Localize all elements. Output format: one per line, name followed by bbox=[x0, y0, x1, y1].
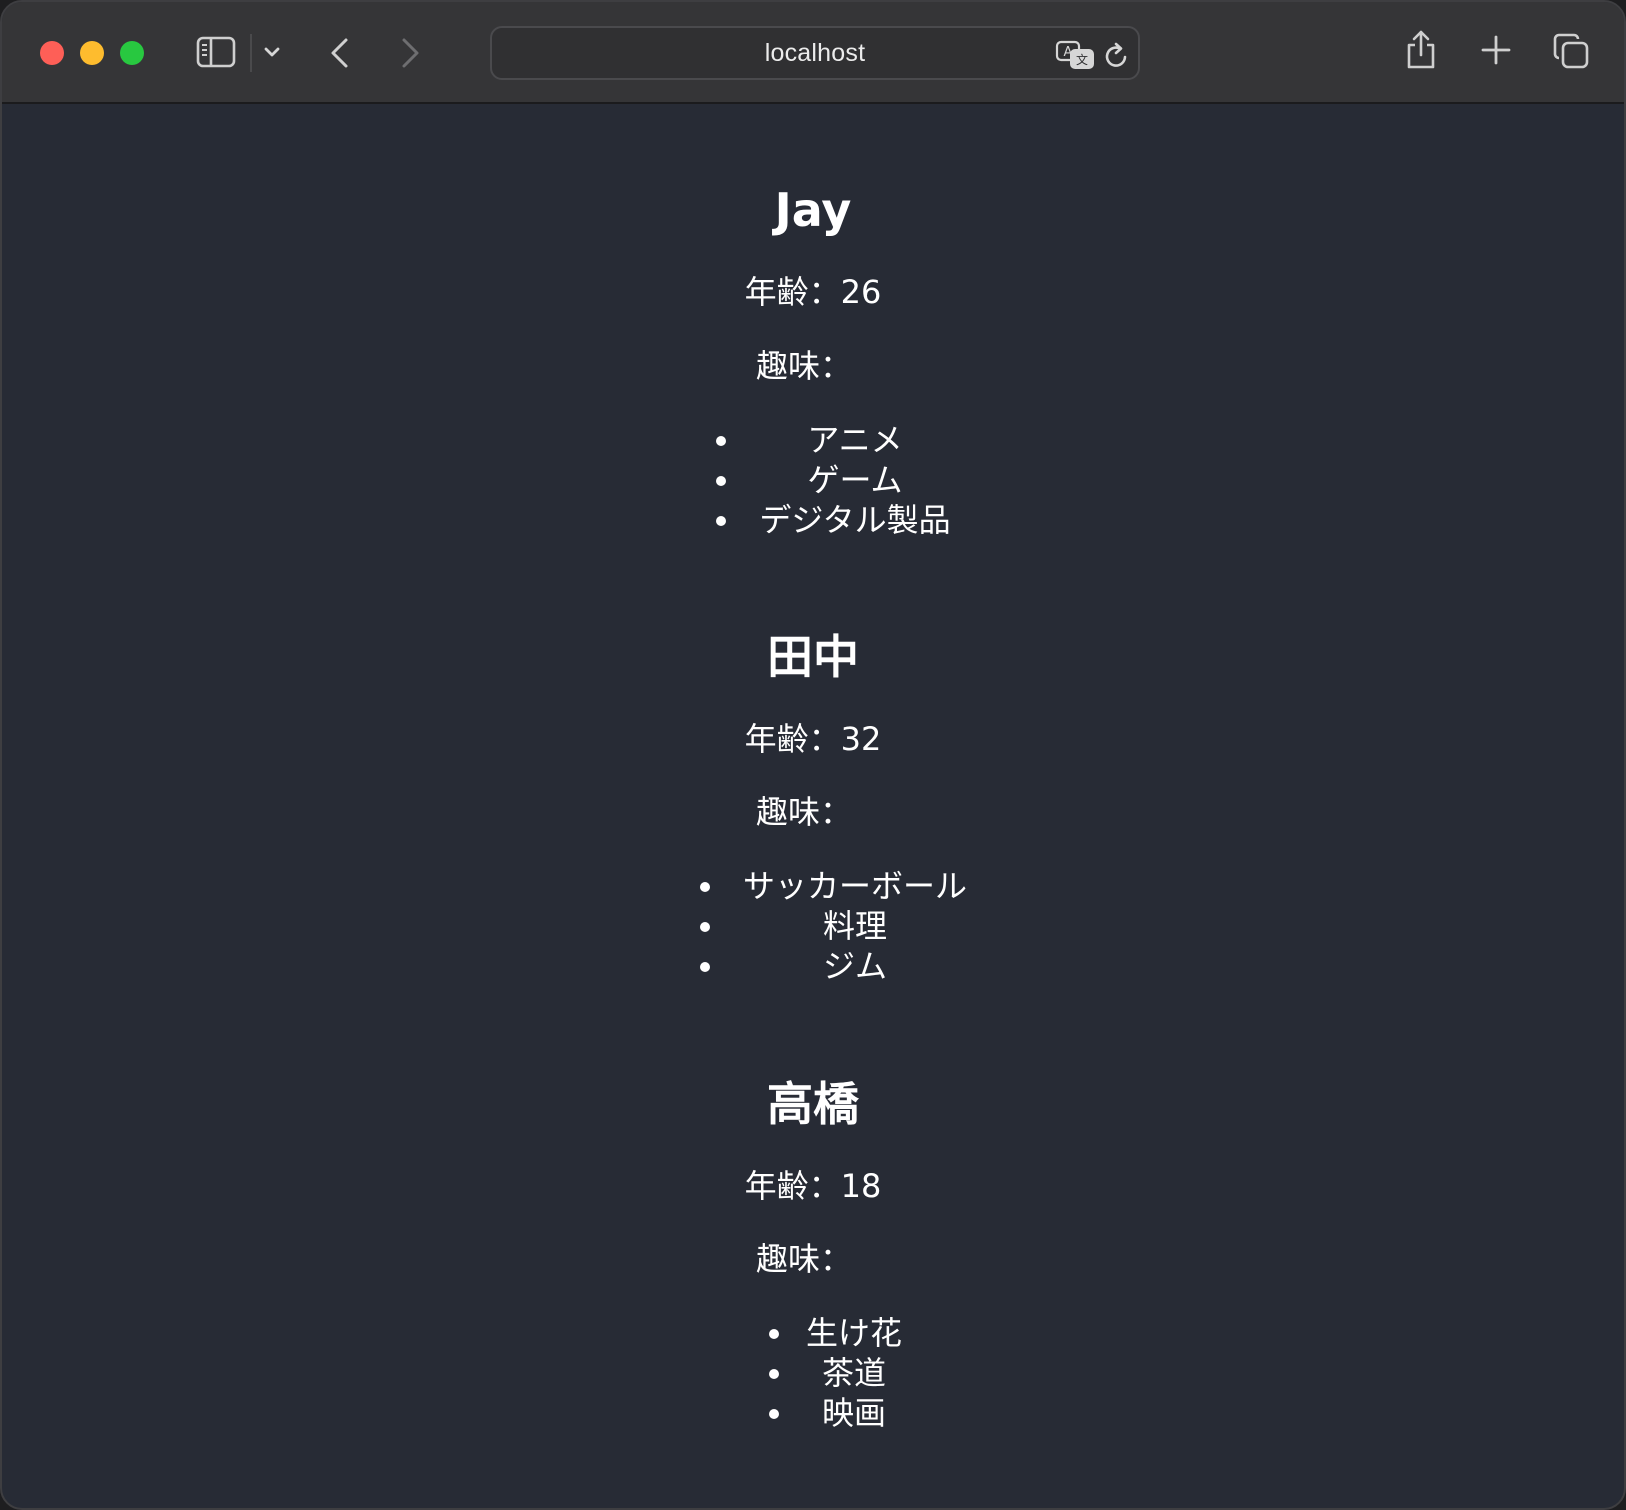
age-value: 26 bbox=[840, 273, 882, 311]
hobby-item: 茶道 bbox=[2, 1353, 1624, 1393]
hobby-list: サッカーボール 料理 ジム bbox=[2, 866, 1624, 986]
list-bullet bbox=[716, 476, 726, 486]
close-window-button[interactable] bbox=[40, 41, 64, 65]
hobby-item: デジタル製品 bbox=[2, 500, 1624, 540]
reload-icon[interactable] bbox=[1102, 38, 1132, 72]
back-icon[interactable] bbox=[326, 34, 354, 72]
translate-icon[interactable]: A 文 bbox=[1054, 38, 1096, 72]
new-tab-icon[interactable] bbox=[1480, 32, 1512, 68]
list-bullet bbox=[769, 1409, 779, 1419]
forward-icon[interactable] bbox=[396, 34, 424, 72]
list-bullet bbox=[769, 1329, 779, 1339]
age-value: 32 bbox=[840, 720, 882, 758]
person-name: 田中 bbox=[767, 630, 859, 684]
hobby-text: 料理 bbox=[822, 907, 887, 945]
chevron-down-icon[interactable] bbox=[260, 40, 284, 64]
list-bullet bbox=[716, 436, 726, 446]
hobby-text: ジム bbox=[822, 947, 887, 985]
hobby-item: アニメ bbox=[2, 420, 1624, 460]
hobby-text: サッカーボール bbox=[742, 867, 967, 905]
list-bullet bbox=[769, 1369, 779, 1379]
hobbies-label: 趣味： bbox=[755, 347, 852, 385]
toolbar-divider bbox=[250, 34, 252, 72]
hobby-text: 茶道 bbox=[821, 1354, 886, 1392]
minimize-window-button[interactable] bbox=[80, 41, 104, 65]
maximize-window-button[interactable] bbox=[120, 41, 144, 65]
address-bar[interactable]: localhost A 文 bbox=[490, 26, 1140, 80]
age-value: 18 bbox=[840, 1167, 882, 1205]
person-name: Jay bbox=[774, 183, 852, 237]
share-icon[interactable] bbox=[1404, 28, 1438, 72]
age-line: 年齢：18 bbox=[2, 1166, 1624, 1206]
hobby-text: 映画 bbox=[821, 1394, 886, 1432]
tab-overview-icon[interactable] bbox=[1552, 32, 1590, 70]
age-line: 年齢：32 bbox=[2, 719, 1624, 759]
age-label: 年齢： bbox=[744, 720, 841, 758]
sidebar-icon[interactable] bbox=[196, 34, 236, 70]
page-content: Jay 年齢：26 趣味： アニメ ゲーム デジタル製品 田中 年齢：32 趣味… bbox=[2, 104, 1624, 1508]
age-line: 年齢：26 bbox=[2, 272, 1624, 312]
person-name: 高橋 bbox=[767, 1077, 859, 1131]
hobbies-label: 趣味： bbox=[755, 1240, 852, 1278]
url-text: localhost bbox=[764, 38, 866, 67]
list-bullet bbox=[700, 962, 710, 972]
browser-window: localhost A 文 Jay 年齢：26 趣味： アニメ ゲーム デジタル… bbox=[0, 0, 1626, 1510]
hobby-list: 生け花 茶道 映画 bbox=[2, 1313, 1624, 1433]
hobby-item: サッカーボール bbox=[2, 866, 1624, 906]
hobby-text: ゲーム bbox=[807, 461, 903, 499]
age-label: 年齢： bbox=[744, 273, 841, 311]
hobby-item: 映画 bbox=[2, 1393, 1624, 1433]
browser-toolbar: localhost A 文 bbox=[2, 2, 1624, 104]
hobby-item: ゲーム bbox=[2, 460, 1624, 500]
hobby-item: ジム bbox=[2, 946, 1624, 986]
hobby-list: アニメ ゲーム デジタル製品 bbox=[2, 420, 1624, 540]
hobby-text: デジタル製品 bbox=[759, 501, 951, 539]
svg-text:文: 文 bbox=[1076, 52, 1088, 67]
list-bullet bbox=[700, 922, 710, 932]
hobby-text: 生け花 bbox=[805, 1314, 902, 1352]
list-bullet bbox=[716, 516, 726, 526]
age-label: 年齢： bbox=[744, 1167, 841, 1205]
list-bullet bbox=[700, 882, 710, 892]
hobby-item: 料理 bbox=[2, 906, 1624, 946]
hobby-item: 生け花 bbox=[2, 1313, 1624, 1353]
hobby-text: アニメ bbox=[807, 421, 903, 459]
hobbies-label: 趣味： bbox=[755, 793, 852, 831]
